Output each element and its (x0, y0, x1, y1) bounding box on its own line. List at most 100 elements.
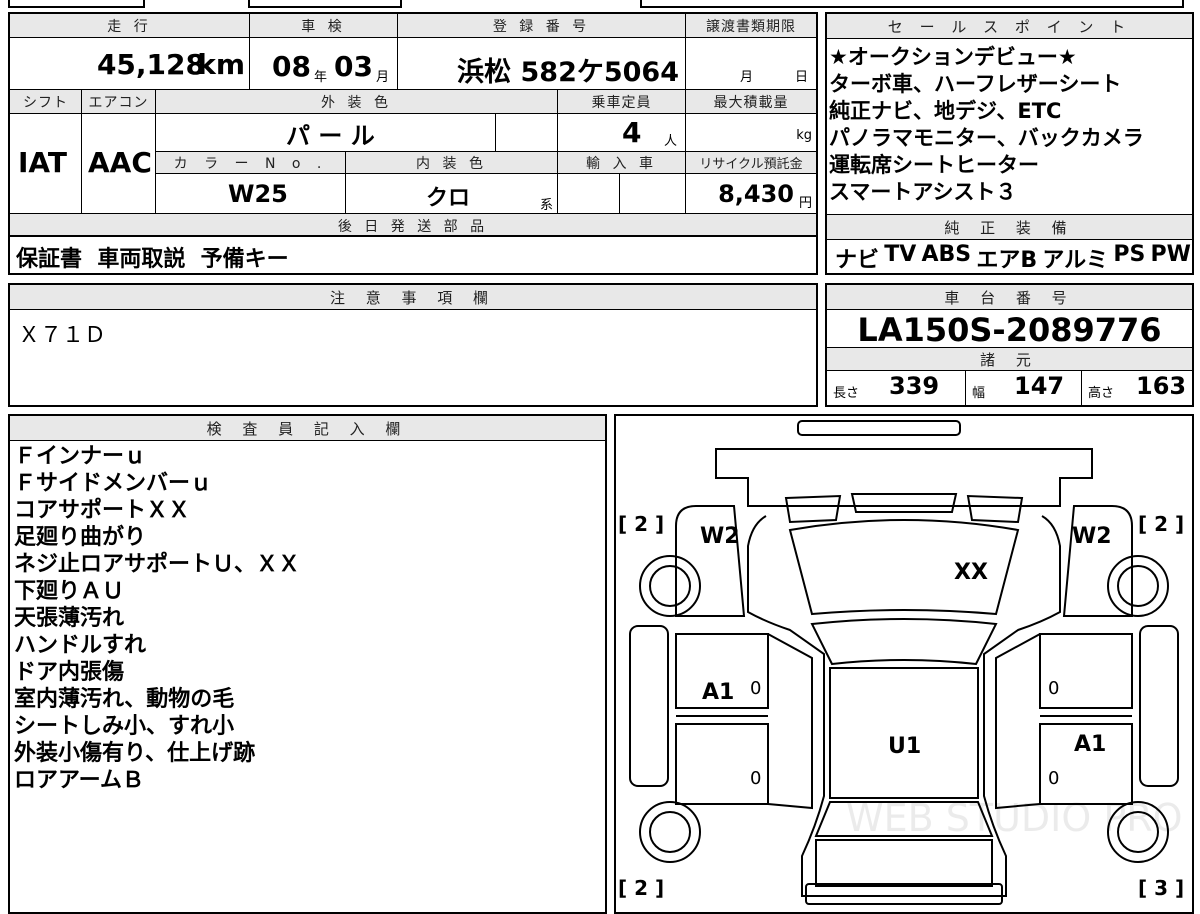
left-headlight (784, 494, 842, 524)
front-bumper (715, 448, 1093, 507)
front-bumper-strip (797, 420, 961, 436)
mark-left-front-door: A1 (702, 680, 735, 705)
shift-cell: IAT (10, 114, 82, 214)
sales-point-line: ★オークションデビュー★ (829, 45, 1077, 69)
sales-points-list: ★オークションデビュー★ ターボ車、ハーフレザーシート 純正ナビ、地デジ、ETC パノ… (829, 44, 1191, 206)
notes-value: Ｘ７１Ｄ (18, 323, 107, 348)
mark-rr-small: 0 (1048, 768, 1060, 789)
top-stub (640, 0, 1184, 8)
inspector-line: シートしみ小、すれ小 (14, 714, 235, 739)
sales-points-header: セ ー ル ス ポ イ ン ト (827, 14, 1192, 39)
top-stub (248, 0, 402, 8)
aircon-cell: AAC (82, 114, 156, 214)
sales-point-line: スマートアシスト３ (829, 180, 1017, 204)
inspector-line: ドア内張傷 (14, 660, 125, 685)
mark-lr-small: 0 (750, 768, 762, 789)
recycle-fee-cell: 8,430 円 (686, 174, 816, 214)
dims-header: 諸 元 (827, 347, 1192, 371)
tread-front-left: [ 2 ] (618, 512, 665, 536)
top-stub (8, 0, 145, 8)
color-no-header: カ ラ ー N o . (156, 152, 346, 174)
inspector-line: 足廻り曲がり (14, 525, 147, 550)
mark-hood: XX (954, 560, 988, 585)
capacity-header: 乗車定員 (558, 90, 686, 114)
later-parts-box: 保証書 車両取説 予備キー (8, 235, 818, 275)
inspector-list: Ｆインナーｕ Ｆサイドメンバーｕ コアサポートＸＸ 足廻り曲がり ネジ止ロアサポートＵ、… (14, 443, 604, 794)
vehicle-info-table: 走 行 車 検 登 録 番 号 譲渡書類期限 45,128 km 08 年 03… (8, 12, 818, 237)
inspector-line: Ｆサイドメンバーｕ (14, 471, 213, 496)
interior-color-cell: クロ 系 (346, 174, 558, 214)
capacity-unit: 人 (663, 134, 677, 149)
factory-equipment-list: ナビ TV ABS エアB アルミ PS PW (835, 242, 1191, 274)
notes-header: 注 意 事 項 欄 (10, 285, 816, 310)
inspection-year: 08 (272, 50, 311, 83)
max-load-unit: kg (796, 128, 812, 143)
inspector-header: 検 査 員 記 入 欄 (10, 416, 605, 441)
inspector-box: 検 査 員 記 入 欄 Ｆインナーｕ Ｆサイドメンバーｕ コアサポートＸＸ 足廻り曲が… (8, 414, 607, 914)
import-cell-right (620, 174, 686, 214)
shift-header: シフト (10, 90, 82, 114)
mileage-unit: km (197, 48, 245, 81)
sales-point-line: 純正ナビ、地デジ、ETC (829, 99, 1062, 123)
sales-points-box: セ ー ル ス ポ イ ン ト ★オークションデビュー★ ターボ車、ハーフレザーシ… (825, 12, 1194, 275)
width-value: 147 (1014, 372, 1065, 400)
inspector-line: 外装小傷有り、仕上げ跡 (14, 741, 256, 766)
length-cell: 長さ 339 (827, 370, 966, 405)
chassis-box: 車 台 番 号 LA150S-2089776 諸 元 長さ 339 幅 147 … (825, 283, 1194, 407)
right-pillar (1139, 625, 1179, 787)
equipment-item: ナビ (835, 248, 880, 273)
sales-point-line: パノラマモニター、バックカメラ (829, 126, 1144, 150)
length-label: 長さ (833, 386, 860, 401)
transfer-deadline-header: 譲渡書類期限 (686, 14, 816, 38)
mark-right-rear-door: A1 (1074, 732, 1107, 757)
dims-row: 長さ 339 幅 147 高さ 163 (827, 370, 1192, 405)
recycle-fee-header: リサイクル預託金 (686, 152, 816, 174)
factory-equipment-header: 純 正 装 備 (827, 214, 1192, 240)
capacity-cell: 4 人 (558, 114, 686, 152)
recycle-fee-unit: 円 (798, 196, 812, 211)
later-parts-value: 保証書 車両取説 予備キー (16, 247, 289, 272)
equipment-item: アルミ (1042, 248, 1109, 273)
inspector-line: ハンドルすれ (14, 633, 147, 658)
right-side-panel (995, 633, 1041, 810)
mileage-cell: 45,128 km (10, 38, 250, 90)
color-no-cell: W25 (156, 174, 346, 214)
sales-point-line: ターボ車、ハーフレザーシート (829, 72, 1122, 96)
mileage-value: 45,128 (96, 48, 205, 81)
equipment-item: TV (884, 242, 917, 267)
aircon-header: エアコン (82, 90, 156, 114)
recycle-fee-value: 8,430 (718, 180, 794, 208)
tread-rear-right: [ 3 ] (1138, 876, 1185, 900)
mileage-header: 走 行 (10, 14, 250, 38)
height-label: 高さ (1088, 386, 1115, 401)
rear-left-wheel-inner (649, 811, 691, 853)
max-load-cell: kg (686, 114, 816, 152)
damage-diagram-box: WEB STUDIO PRO [ 2 ] [ 2 ] [ 2 ] [ 3 ] W… (614, 414, 1194, 914)
left-rear-door (675, 723, 769, 805)
later-parts-header: 後 日 発 送 部 品 (10, 214, 816, 237)
width-label: 幅 (972, 386, 986, 401)
capacity-value: 4 (622, 116, 642, 149)
roof (829, 667, 979, 799)
equipment-item: ABS (921, 242, 972, 267)
interior-color-value: クロ (426, 186, 471, 211)
mark-front-right-tire: W2 (1072, 524, 1112, 549)
sales-point-line: 運転席シートヒーター (829, 153, 1039, 177)
left-side-panel (767, 633, 813, 810)
mark-lf-small: 0 (750, 678, 762, 699)
tread-rear-left: [ 2 ] (618, 876, 665, 900)
left-pillar (629, 625, 669, 787)
inspection-month-unit: 月 (376, 70, 390, 85)
exterior-color-value: パ ー ル (286, 122, 375, 150)
inspection-cell: 08 年 03 月 (250, 38, 398, 90)
tread-front-right: [ 2 ] (1138, 512, 1185, 536)
max-load-header: 最大積載量 (686, 90, 816, 114)
inspector-line: ロアアームＢ (14, 768, 145, 793)
mark-rf-small: 0 (1048, 678, 1060, 699)
registration-number: 浜松 582ケ5064 (457, 57, 679, 88)
aircon-value: AAC (88, 146, 152, 179)
inspector-line: コアサポートＸＸ (14, 498, 191, 523)
exterior-color-extra (496, 114, 558, 152)
transfer-deadline-cell: 月 日 (686, 38, 816, 90)
mark-roof: U1 (888, 734, 922, 759)
